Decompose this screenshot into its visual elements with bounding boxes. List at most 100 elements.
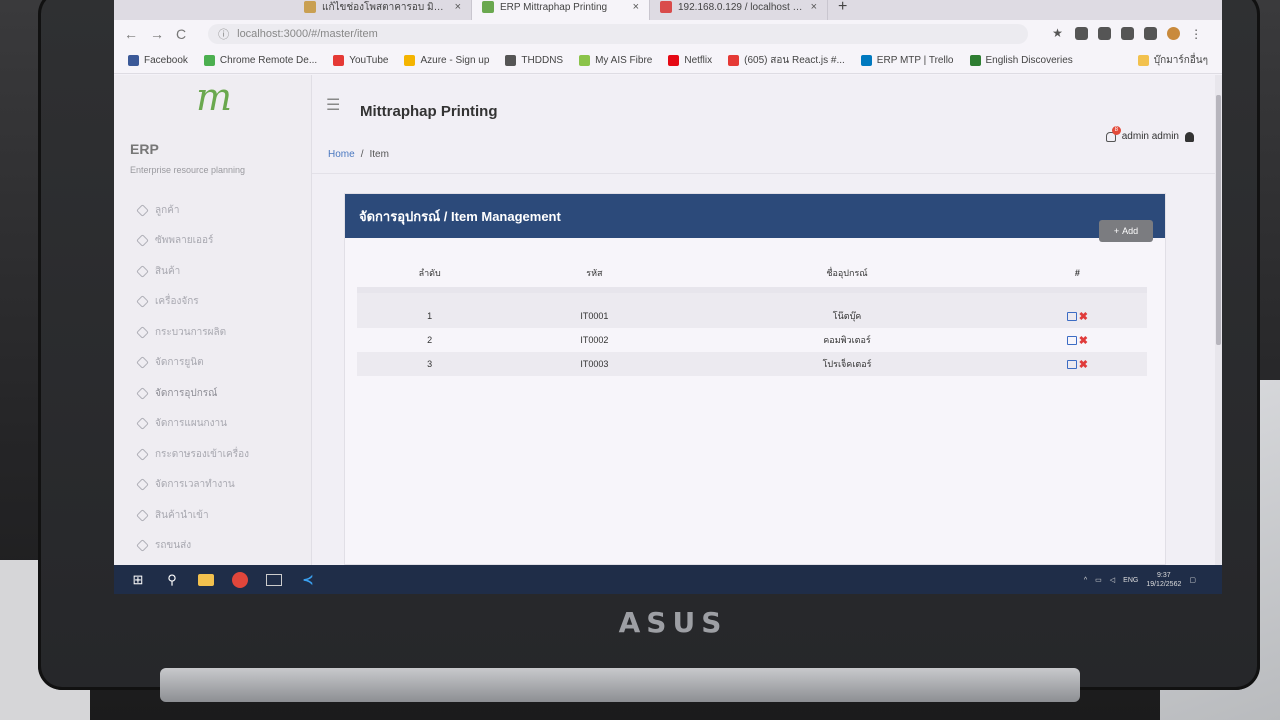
sidebar-item-customer[interactable]: ลูกค้า [136, 195, 308, 226]
table-row: 3 IT0003 โปรเจ็คเตอร์ ✖ [357, 352, 1147, 376]
delete-icon[interactable]: ✖ [1079, 358, 1088, 371]
bookmark-item[interactable]: Azure - Sign up [404, 55, 489, 66]
pencil-icon [136, 539, 149, 553]
delete-icon[interactable]: ✖ [1079, 310, 1088, 323]
edit-icon[interactable] [1066, 335, 1077, 345]
tab-close-icon[interactable]: × [633, 1, 639, 13]
bookmark-item[interactable]: Facebook [128, 55, 188, 66]
network-icon[interactable]: ▭ [1095, 576, 1102, 584]
bookmark-item[interactable]: English Discoveries [969, 55, 1073, 66]
translate-icon[interactable] [1144, 27, 1158, 40]
bookmark-label: My AIS Fibre [595, 55, 653, 66]
back-button[interactable]: ← [124, 26, 138, 42]
new-tab-button[interactable]: + [828, 0, 857, 20]
volume-icon[interactable]: ◁ [1110, 576, 1115, 584]
extension-icon[interactable] [1075, 27, 1089, 40]
browser-tab[interactable]: แก้ไขช่องโพสตาคารอบ มิตรภาพพริ้นต์... × [294, 0, 472, 20]
divider [312, 173, 1222, 174]
windows-taskbar: ⊞ ⚲ ≺ ^ ▭ ◁ ENG 9:37 19/12/2562 ▢ [114, 565, 1222, 594]
bookmark-item[interactable]: ERP MTP | Trello [860, 55, 954, 66]
breadcrumb-separator: / [360, 149, 364, 160]
bookmark-item[interactable]: YouTube [333, 55, 388, 66]
browser-tab[interactable]: 192.168.0.129 / localhost / revels × [650, 0, 828, 20]
start-icon[interactable]: ⊞ [130, 572, 146, 588]
bell-icon [136, 356, 149, 370]
star-icon[interactable]: ★ [1052, 27, 1065, 40]
bell-icon [136, 417, 149, 431]
bookmark-label: THDDNS [521, 55, 564, 66]
address-bar[interactable]: ⓘ localhost:3000/#/master/item [208, 24, 1029, 44]
folder-icon [1137, 55, 1149, 66]
terminal-icon[interactable] [266, 573, 282, 586]
sidebar-item-machine[interactable]: เครื่องจักร [136, 287, 308, 318]
tab-label: 192.168.0.129 / localhost / revels [678, 1, 805, 13]
sidebar-item-vehicle[interactable]: รถขนส่ง [136, 531, 308, 562]
cell-no: 2 [427, 335, 433, 345]
sidebar-item-label: จัดการยูนิต [155, 357, 204, 369]
reload-button[interactable]: C [176, 26, 186, 42]
notifications-icon[interactable]: ▢ [1189, 576, 1196, 584]
sidebar-item-supplier[interactable]: ซัพพลายเออร์ [136, 226, 308, 257]
menu-toggle-icon[interactable]: ☰ [326, 95, 340, 115]
sidebar-item-worktime[interactable]: จัดการเวลาทำงาน [136, 470, 308, 501]
file-explorer-icon[interactable] [198, 573, 214, 586]
laptop-screen: แก้ไขช่องโพสตาคารอบ มิตรภาพพริ้นต์... × … [114, 0, 1222, 594]
delete-icon[interactable]: ✖ [1079, 334, 1088, 347]
column-header-name[interactable]: ชื่ออุปกรณ์ [686, 258, 1008, 293]
sidebar-item-label: ลูกค้า [155, 204, 180, 216]
profile-avatar-icon[interactable] [1167, 27, 1181, 40]
sidebar-item-department[interactable]: จัดการแผนกงาน [136, 409, 308, 440]
pencil-icon [136, 295, 149, 309]
bookmark-item[interactable]: THDDNS [505, 55, 563, 66]
bookmark-item[interactable]: (605) สอน React.js #... [728, 53, 845, 68]
company-logo[interactable]: m [184, 75, 244, 119]
chrome-icon[interactable] [232, 571, 248, 588]
browser-tab-active[interactable]: ERP Mittraphap Printing × [472, 0, 650, 20]
bookmark-item[interactable]: Netflix [668, 55, 712, 66]
trello-icon [860, 55, 872, 66]
other-bookmarks[interactable]: บุ๊กมาร์กอื่นๆ [1137, 53, 1208, 68]
forward-button[interactable]: → [150, 26, 164, 42]
sidebar-item-unit[interactable]: จัดการยูนิต [136, 348, 308, 379]
bookmark-item[interactable]: Chrome Remote De... [203, 55, 317, 66]
table-row: 1 IT0001 โน๊ตบุ๊ค ✖ [357, 304, 1147, 328]
sidebar-item-import[interactable]: สินค้านำเข้า [136, 500, 308, 531]
bell-icon [136, 386, 149, 400]
column-header-no[interactable]: ลำดับ [357, 258, 503, 293]
pencil-icon [136, 203, 149, 217]
notification-bell-icon[interactable]: 8 [1105, 125, 1121, 142]
cell-name: คอมพิวเตอร์ [823, 335, 871, 345]
column-header-code[interactable]: รหัส [502, 258, 687, 293]
user-area[interactable]: 8 admin admin [1105, 125, 1194, 142]
cell-no: 1 [357, 304, 503, 328]
search-icon[interactable]: ⚲ [164, 572, 180, 588]
browser-menu-icon[interactable]: ⋮ [1190, 27, 1202, 41]
edit-icon[interactable] [1066, 359, 1077, 369]
sidebar-item-label: สินค้า [155, 265, 181, 277]
page-scrollbar[interactable] [1215, 75, 1222, 565]
info-icon: ⓘ [218, 29, 230, 41]
ais-icon [579, 55, 591, 66]
sidebar-item-product[interactable]: สินค้า [136, 256, 308, 287]
tab-close-icon[interactable]: × [811, 1, 817, 13]
language-indicator[interactable]: ENG [1123, 577, 1138, 584]
sidebar-menu: ลูกค้า ซัพพลายเออร์ สินค้า เครื่องจักร ก… [136, 195, 308, 562]
clock[interactable]: 9:37 19/12/2562 [1146, 571, 1181, 589]
breadcrumb-current: Item [369, 149, 389, 160]
sidebar-item-process[interactable]: กระบวนการผลิต [136, 317, 308, 348]
chevron-up-icon[interactable]: ^ [1084, 577, 1087, 584]
breadcrumb-home-link[interactable]: Home [328, 149, 355, 160]
sidebar-item-paper[interactable]: กระดาษรองเข้าเครื่อง [136, 439, 308, 470]
item-table: ลำดับ รหัส ชื่ออุปกรณ์ # 1 IT0001 โน๊ตบุ… [357, 258, 1147, 376]
extension-icon[interactable] [1121, 27, 1135, 40]
add-button[interactable]: + Add [1099, 220, 1153, 242]
bookmark-item[interactable]: My AIS Fibre [579, 55, 652, 66]
netflix-icon [668, 55, 680, 66]
scrollbar-thumb[interactable] [1216, 95, 1221, 345]
edit-icon[interactable] [1066, 311, 1077, 321]
tab-close-icon[interactable]: × [455, 1, 461, 13]
extension-icon[interactable] [1098, 27, 1112, 40]
user-icon [1185, 131, 1194, 142]
vscode-icon[interactable]: ≺ [300, 572, 316, 588]
sidebar-item-item[interactable]: จัดการอุปกรณ์ [136, 378, 308, 409]
